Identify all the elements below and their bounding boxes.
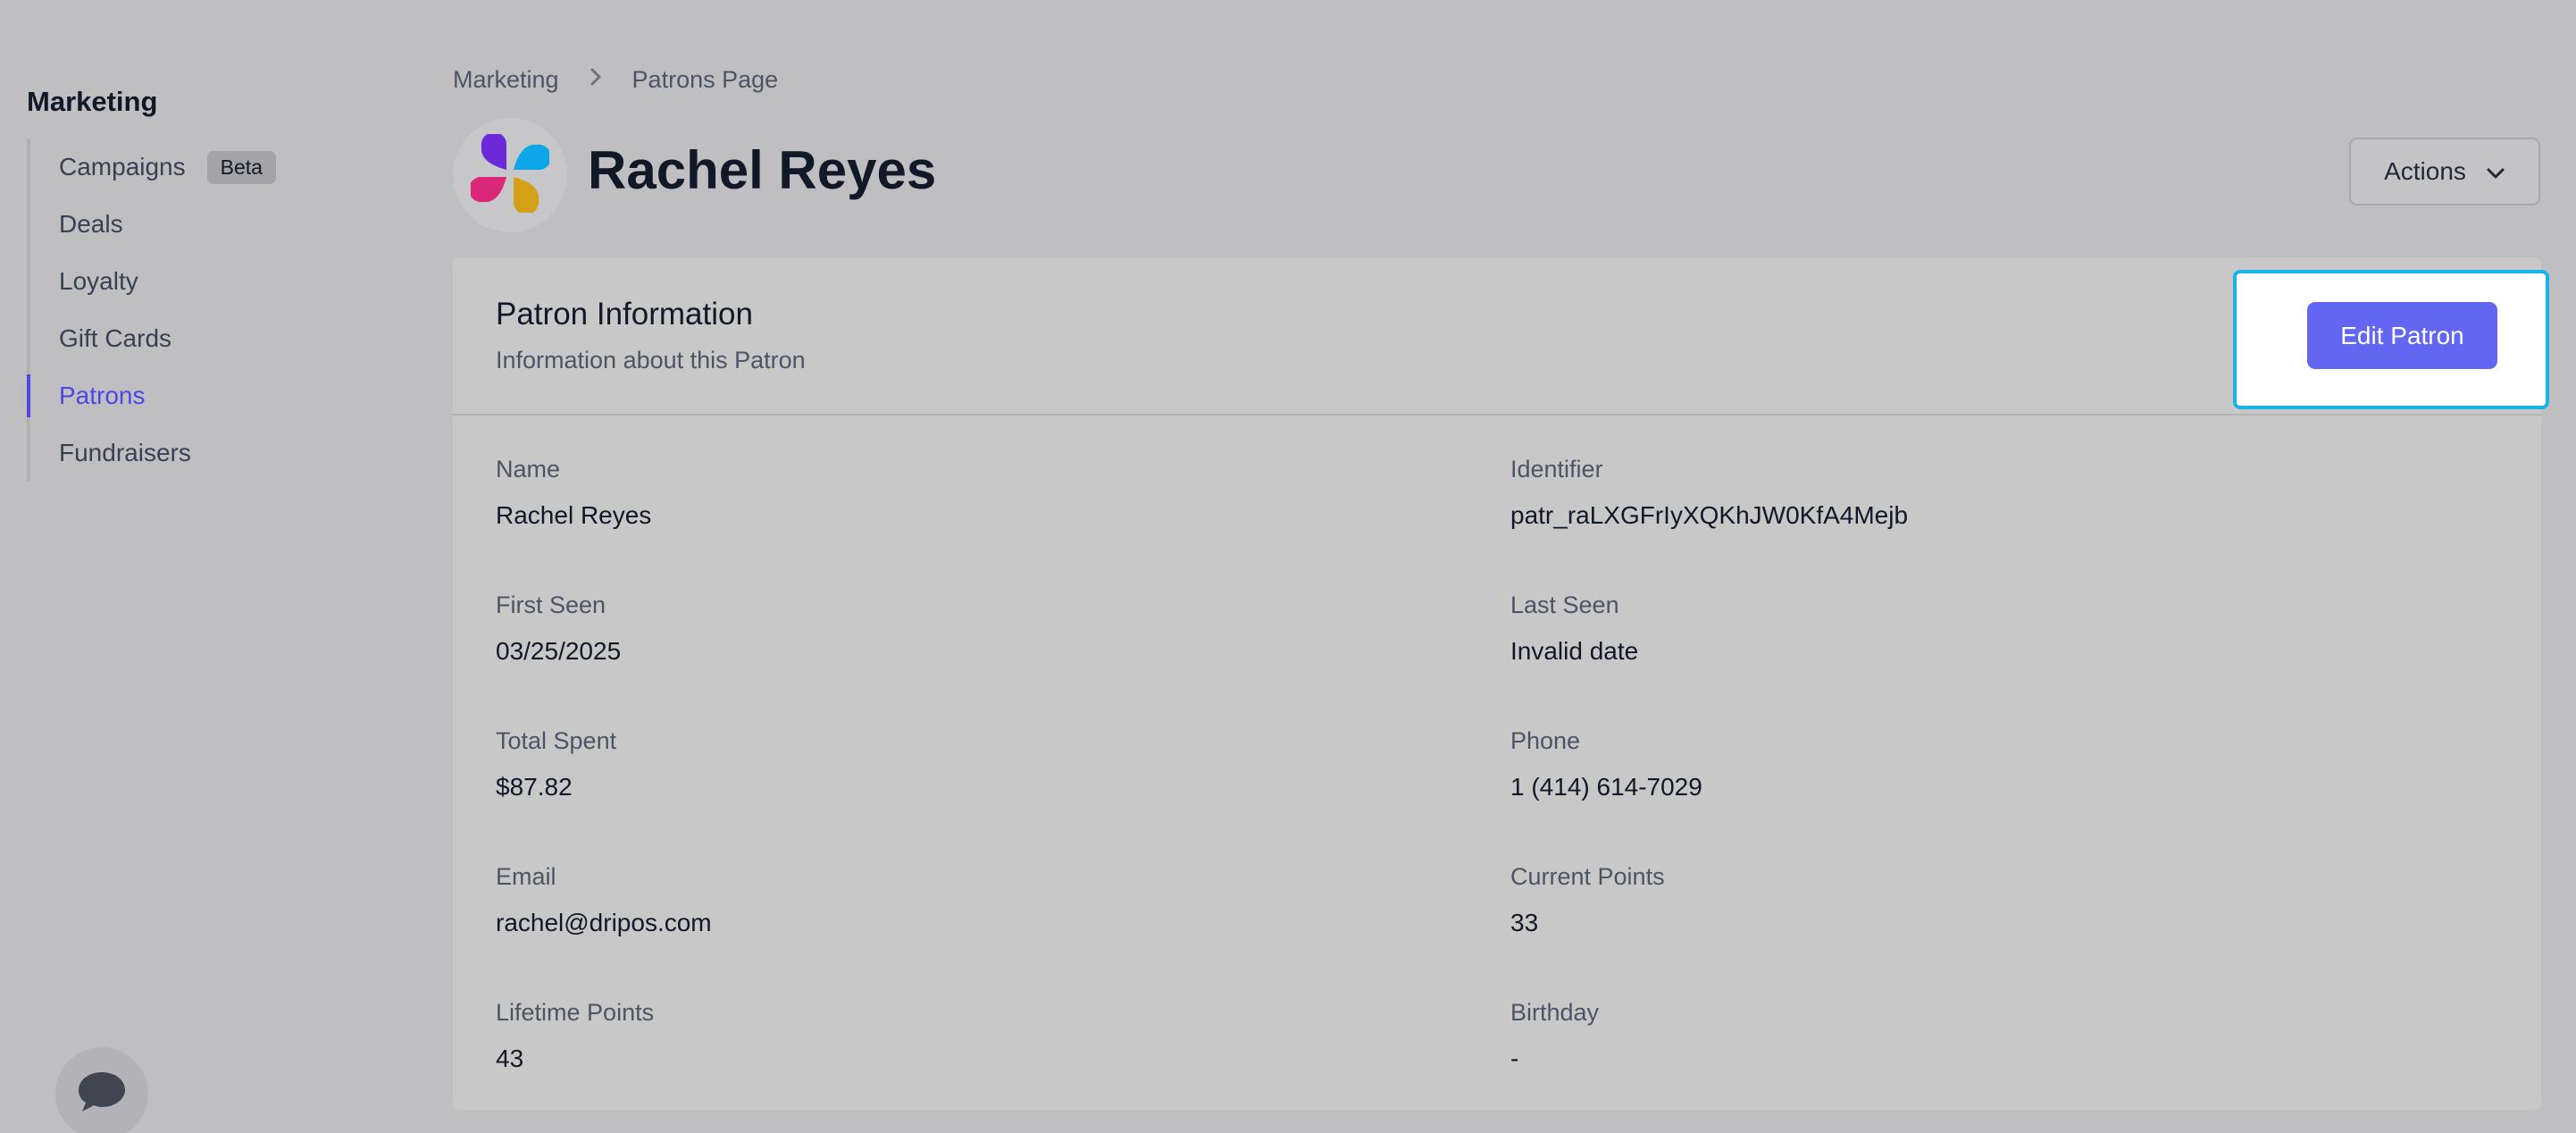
field-name: Name Rachel Reyes xyxy=(496,456,651,530)
field-value: $87.82 xyxy=(496,773,573,801)
chat-button[interactable] xyxy=(55,1047,148,1133)
field-label: Lifetime Points xyxy=(496,999,655,1026)
sidebar-item-label: Patrons xyxy=(59,382,146,409)
patron-information-card: Patron Information Information about thi… xyxy=(453,257,2541,1110)
sidebar-item-label: Deals xyxy=(59,210,123,238)
field-value: 33 xyxy=(1510,909,1539,936)
field-value: - xyxy=(1510,1045,1519,1072)
sidebar-nav: Campaigns Beta Deals Loyalty Gift Cards … xyxy=(27,138,384,482)
field-value: 1 (414) 614-7029 xyxy=(1510,773,1702,801)
field-label: Current Points xyxy=(1510,863,1665,890)
field-current-points: Current Points 33 xyxy=(1510,863,1665,937)
card-subtitle: Information about this Patron xyxy=(496,347,806,373)
field-label: Identifier xyxy=(1510,456,1603,483)
page-title: Rachel Reyes xyxy=(588,140,937,200)
sidebar-item-label: Campaigns xyxy=(59,153,186,180)
beta-badge: Beta xyxy=(206,150,276,184)
field-label: Last Seen xyxy=(1510,592,1619,618)
pinwheel-logo-icon xyxy=(468,131,552,217)
sidebar-item-loyalty[interactable]: Loyalty xyxy=(30,253,384,310)
field-value: 03/25/2025 xyxy=(496,637,622,665)
card-header: Patron Information Information about thi… xyxy=(453,257,2541,415)
sidebar: Marketing Campaigns Beta Deals Loyalty G… xyxy=(0,0,420,1133)
breadcrumb-patrons-page[interactable]: Patrons Page xyxy=(632,66,779,94)
field-first-seen: First Seen 03/25/2025 xyxy=(496,592,621,666)
field-last-seen: Last Seen Invalid date xyxy=(1510,592,1638,666)
field-phone: Phone 1 (414) 614-7029 xyxy=(1510,727,1702,801)
field-value: patr_raLXGFrIyXQKhJW0KfA4Mejb xyxy=(1510,501,1909,529)
field-label: First Seen xyxy=(496,592,606,618)
field-identifier: Identifier patr_raLXGFrIyXQKhJW0KfA4Mejb xyxy=(1510,456,1908,530)
sidebar-item-fundraisers[interactable]: Fundraisers xyxy=(30,424,384,482)
breadcrumb-marketing[interactable]: Marketing xyxy=(453,66,559,94)
field-value: Invalid date xyxy=(1510,637,1639,665)
sidebar-item-deals[interactable]: Deals xyxy=(30,196,384,253)
actions-dropdown-button[interactable]: Actions xyxy=(2349,138,2540,206)
sidebar-item-gift-cards[interactable]: Gift Cards xyxy=(30,310,384,367)
field-email: Email rachel@dripos.com xyxy=(496,863,712,937)
sidebar-item-label: Fundraisers xyxy=(59,439,191,466)
chat-bubble-icon xyxy=(76,1070,128,1119)
field-value: Rachel Reyes xyxy=(496,501,652,529)
actions-label: Actions xyxy=(2384,157,2466,185)
edit-patron-button[interactable]: Edit Patron xyxy=(2307,302,2497,369)
field-value: 43 xyxy=(496,1045,524,1072)
avatar xyxy=(453,118,567,232)
chevron-right-icon xyxy=(590,67,602,93)
breadcrumb: Marketing Patrons Page xyxy=(453,66,778,94)
sidebar-item-label: Gift Cards xyxy=(59,324,172,352)
field-label: Email xyxy=(496,863,556,890)
field-label: Phone xyxy=(1510,727,1581,754)
sidebar-item-label: Loyalty xyxy=(59,267,138,295)
field-total-spent: Total Spent $87.82 xyxy=(496,727,616,801)
sidebar-item-campaigns[interactable]: Campaigns Beta xyxy=(30,138,384,196)
sidebar-heading: Marketing xyxy=(27,86,158,117)
sidebar-item-patrons[interactable]: Patrons xyxy=(27,367,384,424)
chevron-down-icon xyxy=(2466,157,2505,186)
field-value: rachel@dripos.com xyxy=(496,909,712,936)
field-label: Birthday xyxy=(1510,999,1600,1026)
field-lifetime-points: Lifetime Points 43 xyxy=(496,999,654,1073)
field-label: Total Spent xyxy=(496,727,617,754)
field-birthday: Birthday - xyxy=(1510,999,1599,1073)
field-label: Name xyxy=(496,456,561,483)
card-title: Patron Information xyxy=(496,297,753,332)
patron-page: Marketing Campaigns Beta Deals Loyalty G… xyxy=(0,0,2576,1133)
